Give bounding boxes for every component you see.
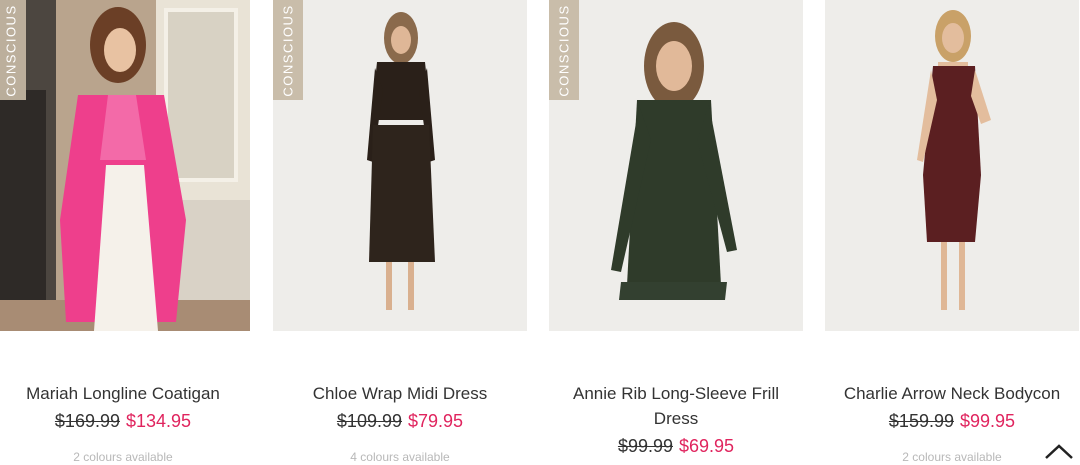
original-price: $99.99 — [617, 436, 673, 456]
product-name[interactable]: Chloe Wrap Midi Dress — [273, 381, 527, 406]
product-card[interactable]: CONSCIOUS Mariah Longline Coatigan $169.… — [0, 0, 250, 464]
product-card[interactable]: Charlie Arrow Neck Bodycon $159.99 $99.95… — [825, 0, 1079, 464]
conscious-badge: CONSCIOUS — [273, 0, 303, 100]
conscious-badge: CONSCIOUS — [549, 0, 579, 100]
colours-available[interactable]: 4 colours available — [273, 450, 527, 464]
product-name-line-1: Annie Rib Long-Sleeve Frill — [573, 384, 779, 403]
product-prices: $109.99 $79.95 — [273, 409, 527, 433]
scroll-to-top-button[interactable] — [1042, 440, 1076, 460]
product-image[interactable] — [825, 0, 1079, 331]
product-prices: $169.99 $134.95 — [0, 409, 250, 433]
sale-price: $79.95 — [408, 411, 464, 431]
product-photo-pink-coatigan — [0, 0, 250, 331]
colours-available[interactable]: 2 colours available — [0, 450, 250, 464]
original-price: $109.99 — [336, 411, 402, 431]
product-prices: $99.99 $69.95 — [549, 434, 803, 458]
original-price: $159.99 — [888, 411, 954, 431]
chevron-up-icon — [1045, 444, 1073, 459]
original-price: $169.99 — [54, 411, 120, 431]
product-image[interactable]: CONSCIOUS — [0, 0, 250, 331]
sale-price: $69.95 — [679, 436, 735, 456]
product-photo-green-frill-dress — [549, 0, 803, 331]
colours-available[interactable]: 2 colours available — [825, 450, 1079, 464]
product-name[interactable]: Annie Rib Long-Sleeve Frill Dress — [549, 381, 803, 431]
product-name-line-2: Dress — [653, 409, 699, 428]
product-card[interactable]: CONSCIOUS Chloe Wrap Midi Dress $109.99 $… — [273, 0, 527, 464]
conscious-badge: CONSCIOUS — [0, 0, 26, 100]
product-photo-burgundy-bodycon — [825, 0, 1079, 331]
product-name[interactable]: Mariah Longline Coatigan — [0, 381, 250, 406]
product-name[interactable]: Charlie Arrow Neck Bodycon — [825, 381, 1079, 406]
product-card[interactable]: CONSCIOUS Annie Rib Long-Sleeve Frill Dr… — [549, 0, 803, 460]
product-image[interactable]: CONSCIOUS — [549, 0, 803, 331]
product-photo-black-wrap-dress — [273, 0, 527, 331]
sale-price: $134.95 — [126, 411, 192, 431]
product-prices: $159.99 $99.95 — [825, 409, 1079, 433]
product-image[interactable]: CONSCIOUS — [273, 0, 527, 331]
sale-price: $99.95 — [960, 411, 1016, 431]
